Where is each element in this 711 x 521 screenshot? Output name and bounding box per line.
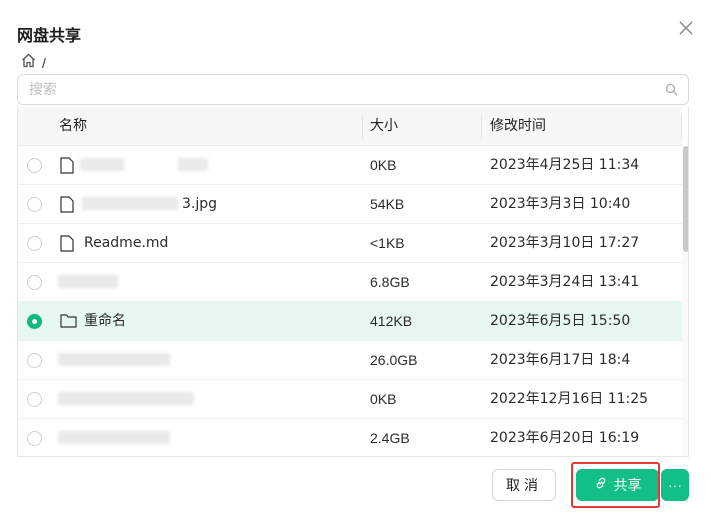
table-row[interactable]: 6.8GB 2023年3月24日 13:41 bbox=[18, 263, 682, 302]
file-modified: 2023年3月3日 10:40 bbox=[490, 196, 631, 212]
file-modified: 2023年3月10日 17:27 bbox=[490, 235, 640, 251]
file-modified: 2023年6月17日 18:4 bbox=[490, 352, 631, 368]
row-radio[interactable] bbox=[27, 314, 42, 329]
file-table: 名称 大小 修改时间 0KB 2023年4月25日 11:34 3.jpg 54… bbox=[17, 107, 689, 457]
file-size: 54KB bbox=[370, 196, 405, 212]
file-size: 26.0GB bbox=[370, 352, 418, 368]
column-divider bbox=[681, 115, 682, 139]
file-size: 412KB bbox=[370, 313, 413, 329]
redacted-text bbox=[58, 431, 170, 444]
file-size: <1KB bbox=[370, 235, 405, 251]
column-header-size[interactable]: 大小 bbox=[370, 107, 398, 146]
file-modified: 2023年4月25日 11:34 bbox=[490, 157, 640, 173]
search-box bbox=[17, 74, 689, 105]
more-button[interactable]: ··· bbox=[661, 469, 689, 501]
table-header: 名称 大小 修改时间 bbox=[18, 107, 682, 146]
file-size: 2.4GB bbox=[370, 430, 410, 446]
dialog-title: 网盘共享 bbox=[17, 26, 82, 45]
table-row[interactable]: 3.jpg 54KB 2023年3月3日 10:40 bbox=[18, 185, 682, 224]
row-radio[interactable] bbox=[27, 275, 42, 290]
folder-icon bbox=[60, 313, 77, 333]
scrollbar-thumb[interactable] bbox=[683, 146, 688, 252]
redacted-text bbox=[58, 353, 170, 366]
row-radio[interactable] bbox=[27, 236, 42, 251]
share-button-label: 共享 bbox=[613, 478, 642, 494]
redacted-text bbox=[178, 158, 208, 171]
column-header-name[interactable]: 名称 bbox=[59, 107, 87, 146]
row-radio[interactable] bbox=[27, 353, 42, 368]
file-icon bbox=[60, 157, 74, 179]
row-radio[interactable] bbox=[27, 392, 42, 407]
file-size: 6.8GB bbox=[370, 274, 410, 290]
search-icon[interactable] bbox=[665, 83, 678, 101]
file-modified: 2022年12月16日 11:25 bbox=[490, 391, 649, 407]
table-row[interactable]: Readme.md <1KB 2023年3月10日 17:27 bbox=[18, 224, 682, 263]
file-name: 重命名 bbox=[84, 313, 126, 329]
file-name: 3.jpg bbox=[182, 196, 218, 212]
row-radio[interactable] bbox=[27, 197, 42, 212]
table-row[interactable]: 0KB 2023年4月25日 11:34 bbox=[18, 146, 682, 185]
breadcrumb-separator: / bbox=[42, 55, 46, 71]
more-icon: ··· bbox=[668, 477, 682, 493]
file-size: 0KB bbox=[370, 391, 397, 407]
file-name: Readme.md bbox=[84, 235, 169, 251]
column-header-modified[interactable]: 修改时间 bbox=[490, 107, 546, 146]
file-modified: 2023年6月5日 15:50 bbox=[490, 313, 631, 329]
breadcrumb: / bbox=[21, 53, 46, 73]
cancel-button[interactable]: 取消 bbox=[492, 469, 556, 501]
link-icon bbox=[594, 476, 608, 494]
row-radio[interactable] bbox=[27, 431, 42, 446]
file-modified: 2023年6月20日 16:19 bbox=[490, 430, 640, 446]
search-input[interactable] bbox=[29, 80, 649, 100]
file-size: 0KB bbox=[370, 157, 397, 173]
column-divider bbox=[362, 115, 363, 139]
file-modified: 2023年3月24日 13:41 bbox=[490, 274, 640, 290]
scrollbar[interactable] bbox=[682, 146, 688, 456]
table-row[interactable]: 重命名 412KB 2023年6月5日 15:50 bbox=[18, 302, 682, 341]
table-row[interactable]: 26.0GB 2023年6月17日 18:4 bbox=[18, 341, 682, 380]
file-icon bbox=[60, 196, 74, 218]
table-body: 0KB 2023年4月25日 11:34 3.jpg 54KB 2023年3月3… bbox=[18, 146, 682, 456]
row-radio[interactable] bbox=[27, 158, 42, 173]
file-icon bbox=[60, 235, 74, 257]
redacted-text bbox=[80, 158, 124, 171]
redacted-text bbox=[58, 392, 194, 405]
table-row[interactable]: 2.4GB 2023年6月20日 16:19 bbox=[18, 419, 682, 456]
redacted-text bbox=[58, 275, 118, 288]
table-row[interactable]: 0KB 2022年12月16日 11:25 bbox=[18, 380, 682, 419]
redacted-text bbox=[82, 197, 178, 210]
share-dialog: 网盘共享 / 名称 大小 修改时间 bbox=[0, 0, 711, 521]
share-button[interactable]: 共享 bbox=[576, 469, 659, 501]
home-icon[interactable] bbox=[21, 53, 36, 73]
column-divider bbox=[481, 115, 482, 139]
close-icon[interactable] bbox=[676, 18, 696, 38]
